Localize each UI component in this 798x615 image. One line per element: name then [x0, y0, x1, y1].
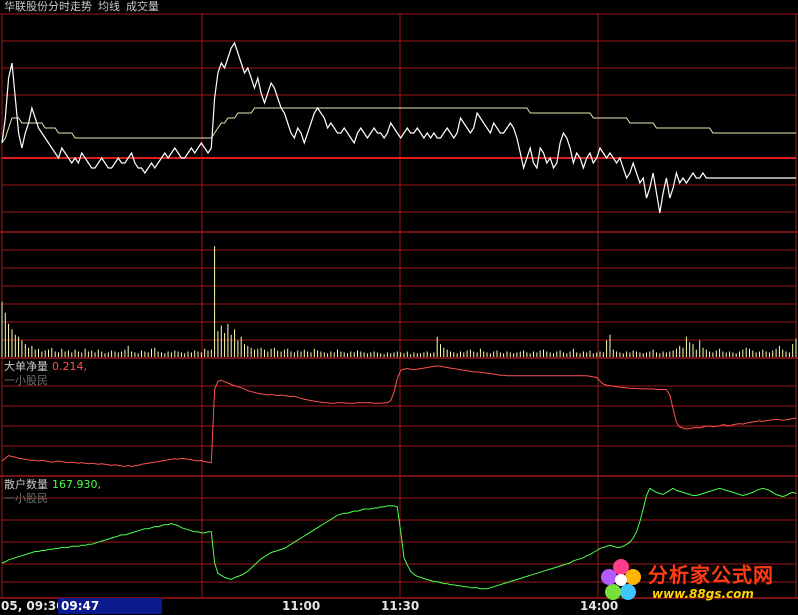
- retail-panel-label: 散户数量 167.930,: [4, 478, 101, 491]
- watermark-logo: 分析家公式网 www.88gs.com: [598, 555, 796, 607]
- axis-tick-1130: 11:30: [381, 599, 420, 613]
- axis-tick-1100: 11:00: [282, 599, 321, 613]
- avg-line-layer: [1, 107, 796, 144]
- grid-layer: [0, 13, 798, 599]
- retail-title: 散户数量: [4, 478, 48, 491]
- bigorder-line: [1, 365, 797, 468]
- bigorder-title: 大单净量: [4, 360, 48, 373]
- cursor-time-box[interactable]: 09:47: [58, 598, 162, 614]
- flower-icon: [601, 559, 641, 600]
- retail-sub-label: 一小股民: [4, 492, 48, 505]
- retail-value: 167.930,: [52, 478, 101, 491]
- watermark-text: 分析家公式网: [648, 563, 774, 587]
- cursor-time-label: 09:47: [61, 599, 100, 613]
- legend-volume[interactable]: 成交量: [126, 0, 159, 13]
- bigorder-line-layer: [1, 365, 797, 468]
- watermark-url: www.88gs.com: [652, 587, 754, 601]
- bigorder-panel-label: 大单净量 0.214,: [4, 360, 87, 373]
- legend-avg-line[interactable]: 均线: [98, 0, 120, 13]
- chart-title-row: 华联股份分时走势 均线 成交量: [4, 0, 159, 13]
- axis-start-label: 05, 09:30: [1, 599, 65, 613]
- bigorder-sub-label: 一小股民: [4, 374, 48, 387]
- chart-title: 华联股份分时走势: [4, 0, 92, 13]
- intraday-chart[interactable]: [0, 0, 798, 615]
- avg-line: [1, 107, 796, 144]
- bigorder-value: 0.214,: [52, 360, 87, 373]
